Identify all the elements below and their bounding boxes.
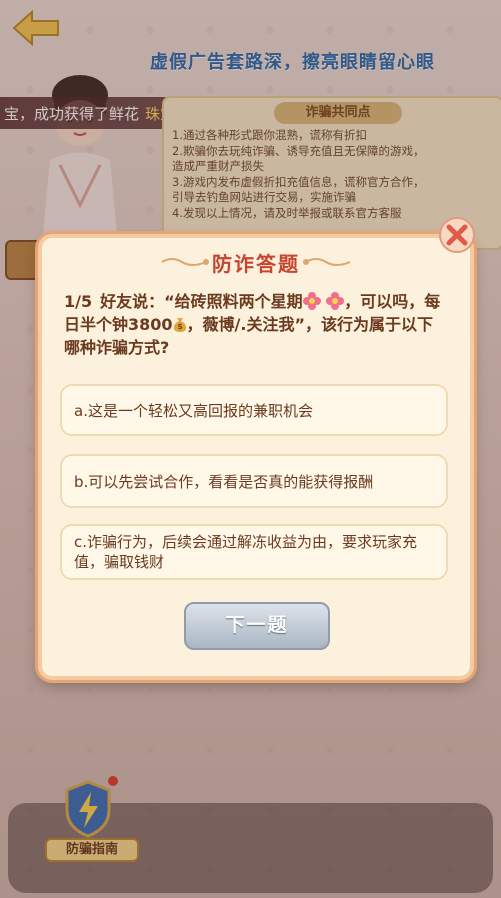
option-c-label: c.诈骗行为，后续会通过解冻收益为由，要求玩家充值，骗取钱财 xyxy=(74,533,418,571)
money-bag-icon: $ xyxy=(173,318,186,332)
question-text: 1/5 好友说：“给砖照料两个星期 ，可以吗，每日半个钟3800 $ ，薇博/.关注我… xyxy=(64,290,448,359)
next-question-button[interactable]: 下一题 xyxy=(184,602,330,650)
option-b-label: b.可以先尝试合作，看看是否真的能获得报酬 xyxy=(74,472,374,491)
question-part: 好友说：“给砖照料两个星期 xyxy=(100,292,303,311)
option-a[interactable]: a.这是一个轻松又高回报的兼职机会 xyxy=(60,384,448,436)
flower-emoji-icon xyxy=(302,292,321,310)
option-b[interactable]: b.可以先尝试合作，看看是否真的能获得报酬 xyxy=(60,454,448,508)
quiz-modal: 防诈答题 1/5 好友说：“给砖照料两个星期 ，可以吗，每日半个钟3800 $ ，薇博… xyxy=(38,234,474,680)
close-icon[interactable] xyxy=(438,216,476,254)
title-ornament-right-icon xyxy=(303,258,351,266)
svg-text:$: $ xyxy=(177,322,183,331)
option-c[interactable]: c.诈骗行为，后续会通过解冻收益为由，要求玩家充值，骗取钱财 xyxy=(60,524,448,580)
flower-emoji-icon xyxy=(326,292,345,310)
question-progress: 1/5 xyxy=(64,292,93,311)
modal-title: 防诈答题 xyxy=(212,252,300,276)
option-a-label: a.这是一个轻松又高回报的兼职机会 xyxy=(74,401,313,420)
